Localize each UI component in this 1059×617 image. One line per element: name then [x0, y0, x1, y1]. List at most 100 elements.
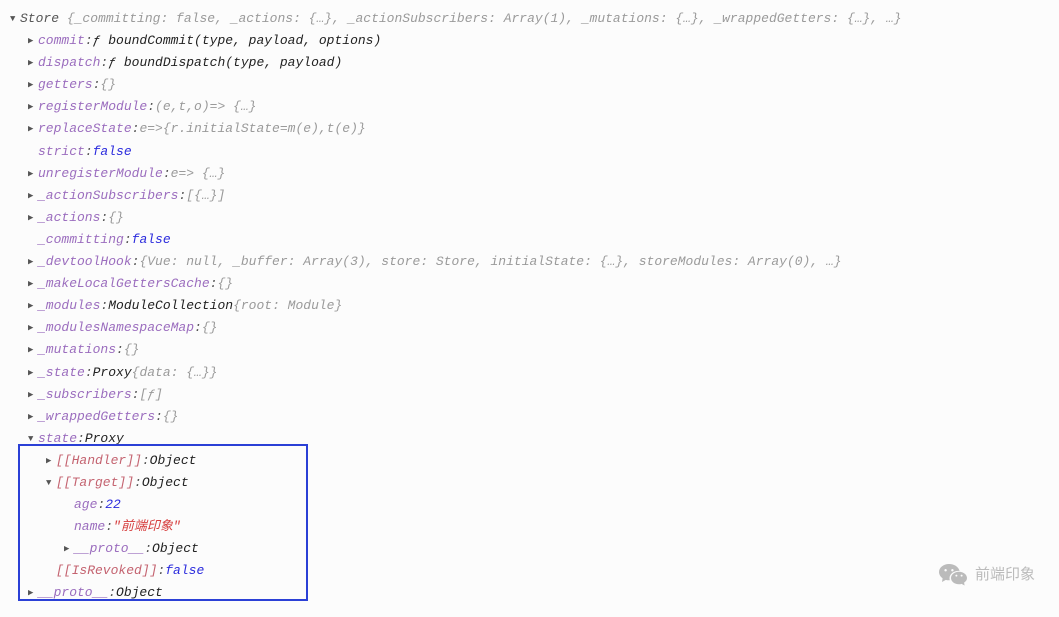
property-key: _subscribers [38, 384, 132, 406]
state-row[interactable]: ▼ state : Proxy [10, 428, 1049, 450]
triangle-right-icon: ▶ [28, 255, 38, 270]
triangle-right-icon: ▶ [28, 277, 38, 292]
target-row[interactable]: ▼ [[Target]] : Object [10, 472, 1049, 494]
handler-row[interactable]: ▶ [[Handler]] : Object [10, 450, 1049, 472]
property-value: {} [124, 339, 140, 361]
object-preview: {_committing: false, _actions: {…}, _act… [67, 8, 902, 30]
property-key: state [38, 428, 77, 450]
property-key: __proto__ [74, 538, 144, 560]
property-row[interactable]: ▶dispatch: ƒ boundDispatch(type, payload… [10, 52, 1049, 74]
property-row[interactable]: strict: false [10, 141, 1049, 163]
property-row[interactable]: ▶_makeLocalGettersCache: {} [10, 273, 1049, 295]
isrevoked-row[interactable]: [[IsRevoked]] : false [10, 560, 1049, 582]
property-row[interactable]: ▶_devtoolHook: {Vue: null, _buffer: Arra… [10, 251, 1049, 273]
target-proto-row[interactable]: ▶ __proto__ : Object [10, 538, 1049, 560]
property-key: registerModule [38, 96, 147, 118]
property-value: Proxy [85, 428, 124, 450]
triangle-right-icon: ▶ [28, 211, 38, 226]
triangle-right-icon: ▶ [46, 454, 56, 469]
object-class-name: Store [20, 8, 59, 30]
age-row[interactable]: age : 22 [10, 494, 1049, 516]
property-value: {} [100, 74, 116, 96]
property-value: ƒ boundCommit(type, payload, options) [93, 30, 382, 52]
property-key: _committing [38, 229, 124, 251]
triangle-right-icon: ▶ [28, 299, 38, 314]
property-row[interactable]: ▶_actionSubscribers: [{…}] [10, 185, 1049, 207]
property-value: {data: {…}} [132, 362, 218, 384]
name-row[interactable]: name : "前端印象" [10, 516, 1049, 538]
property-key: name [74, 516, 105, 538]
property-key: _makeLocalGettersCache [38, 273, 210, 295]
triangle-right-icon: ▶ [28, 321, 38, 336]
property-row[interactable]: ▶_modules: ModuleCollection {root: Modul… [10, 295, 1049, 317]
watermark: 前端印象 [939, 562, 1035, 588]
property-value: [ƒ] [139, 384, 162, 406]
triangle-right-icon: ▶ [28, 78, 38, 93]
property-row[interactable]: ▶_state: Proxy {data: {…}} [10, 362, 1049, 384]
property-value: false [165, 560, 204, 582]
property-value: {} [202, 317, 218, 339]
property-row[interactable]: ▶_modulesNamespaceMap: {} [10, 317, 1049, 339]
triangle-down-icon: ▼ [10, 12, 20, 27]
internal-slot-key: [[IsRevoked]] [56, 560, 157, 582]
property-row[interactable]: ▶_actions: {} [10, 207, 1049, 229]
property-value: (e,t,o)=> {…} [155, 96, 256, 118]
store-proto-row[interactable]: ▶ __proto__ : Object [10, 582, 1049, 604]
property-row[interactable]: ▶registerModule: (e,t,o)=> {…} [10, 96, 1049, 118]
triangle-right-icon: ▶ [28, 366, 38, 381]
property-key: age [74, 494, 97, 516]
property-row[interactable]: _committing: false [10, 229, 1049, 251]
property-value: Object [142, 472, 189, 494]
property-row[interactable]: ▶_mutations: {} [10, 339, 1049, 361]
property-value: Object [152, 538, 199, 560]
triangle-right-icon: ▶ [28, 167, 38, 182]
internal-slot-key: [[Target]] [56, 472, 134, 494]
property-value: {root: Module} [233, 295, 342, 317]
property-key: _devtoolHook [38, 251, 132, 273]
store-header-row[interactable]: ▼ Store {_committing: false, _actions: {… [10, 8, 1049, 30]
triangle-down-icon: ▼ [28, 432, 38, 447]
triangle-right-icon: ▶ [28, 189, 38, 204]
property-row[interactable]: ▶_wrappedGetters: {} [10, 406, 1049, 428]
triangle-right-icon: ▶ [28, 388, 38, 403]
property-value: {} [217, 273, 233, 295]
property-row[interactable]: ▶unregisterModule: e=> {…} [10, 163, 1049, 185]
property-key: dispatch [38, 52, 100, 74]
property-row[interactable]: ▶commit: ƒ boundCommit(type, payload, op… [10, 30, 1049, 52]
property-value: {Vue: null, _buffer: Array(3), store: St… [139, 251, 841, 273]
internal-slot-key: [[Handler]] [56, 450, 142, 472]
property-value: false [93, 141, 132, 163]
property-value: e=> {…} [171, 163, 226, 185]
property-key: _wrappedGetters [38, 406, 155, 428]
property-value: "前端印象" [113, 516, 181, 538]
property-value: [{…}] [186, 185, 225, 207]
triangle-right-icon: ▶ [64, 542, 74, 557]
property-value: false [132, 229, 171, 251]
triangle-right-icon: ▶ [28, 122, 38, 137]
property-key: getters [38, 74, 93, 96]
property-value: {} [163, 406, 179, 428]
triangle-right-icon: ▶ [28, 343, 38, 358]
watermark-text: 前端印象 [975, 562, 1035, 588]
property-key: _state [38, 362, 85, 384]
property-row[interactable]: ▶getters: {} [10, 74, 1049, 96]
property-row[interactable]: ▶replaceState: e=>{r.initialState=m(e),t… [10, 118, 1049, 140]
property-key: _modules [38, 295, 100, 317]
property-key: strict [38, 141, 85, 163]
property-key: unregisterModule [38, 163, 163, 185]
property-key: __proto__ [38, 582, 108, 604]
property-value: ƒ boundDispatch(type, payload) [108, 52, 342, 74]
triangle-right-icon: ▶ [28, 100, 38, 115]
property-value: Object [116, 582, 163, 604]
property-key: _mutations [38, 339, 116, 361]
property-row[interactable]: ▶_subscribers: [ƒ] [10, 384, 1049, 406]
triangle-right-icon: ▶ [28, 410, 38, 425]
property-value: e=>{r.initialState=m(e),t(e)} [139, 118, 365, 140]
property-key: commit [38, 30, 85, 52]
wechat-icon [939, 562, 967, 586]
triangle-right-icon: ▶ [28, 586, 38, 601]
property-value: 22 [105, 494, 121, 516]
property-key: _actions [38, 207, 100, 229]
property-value: Object [150, 450, 197, 472]
property-value: {} [108, 207, 124, 229]
